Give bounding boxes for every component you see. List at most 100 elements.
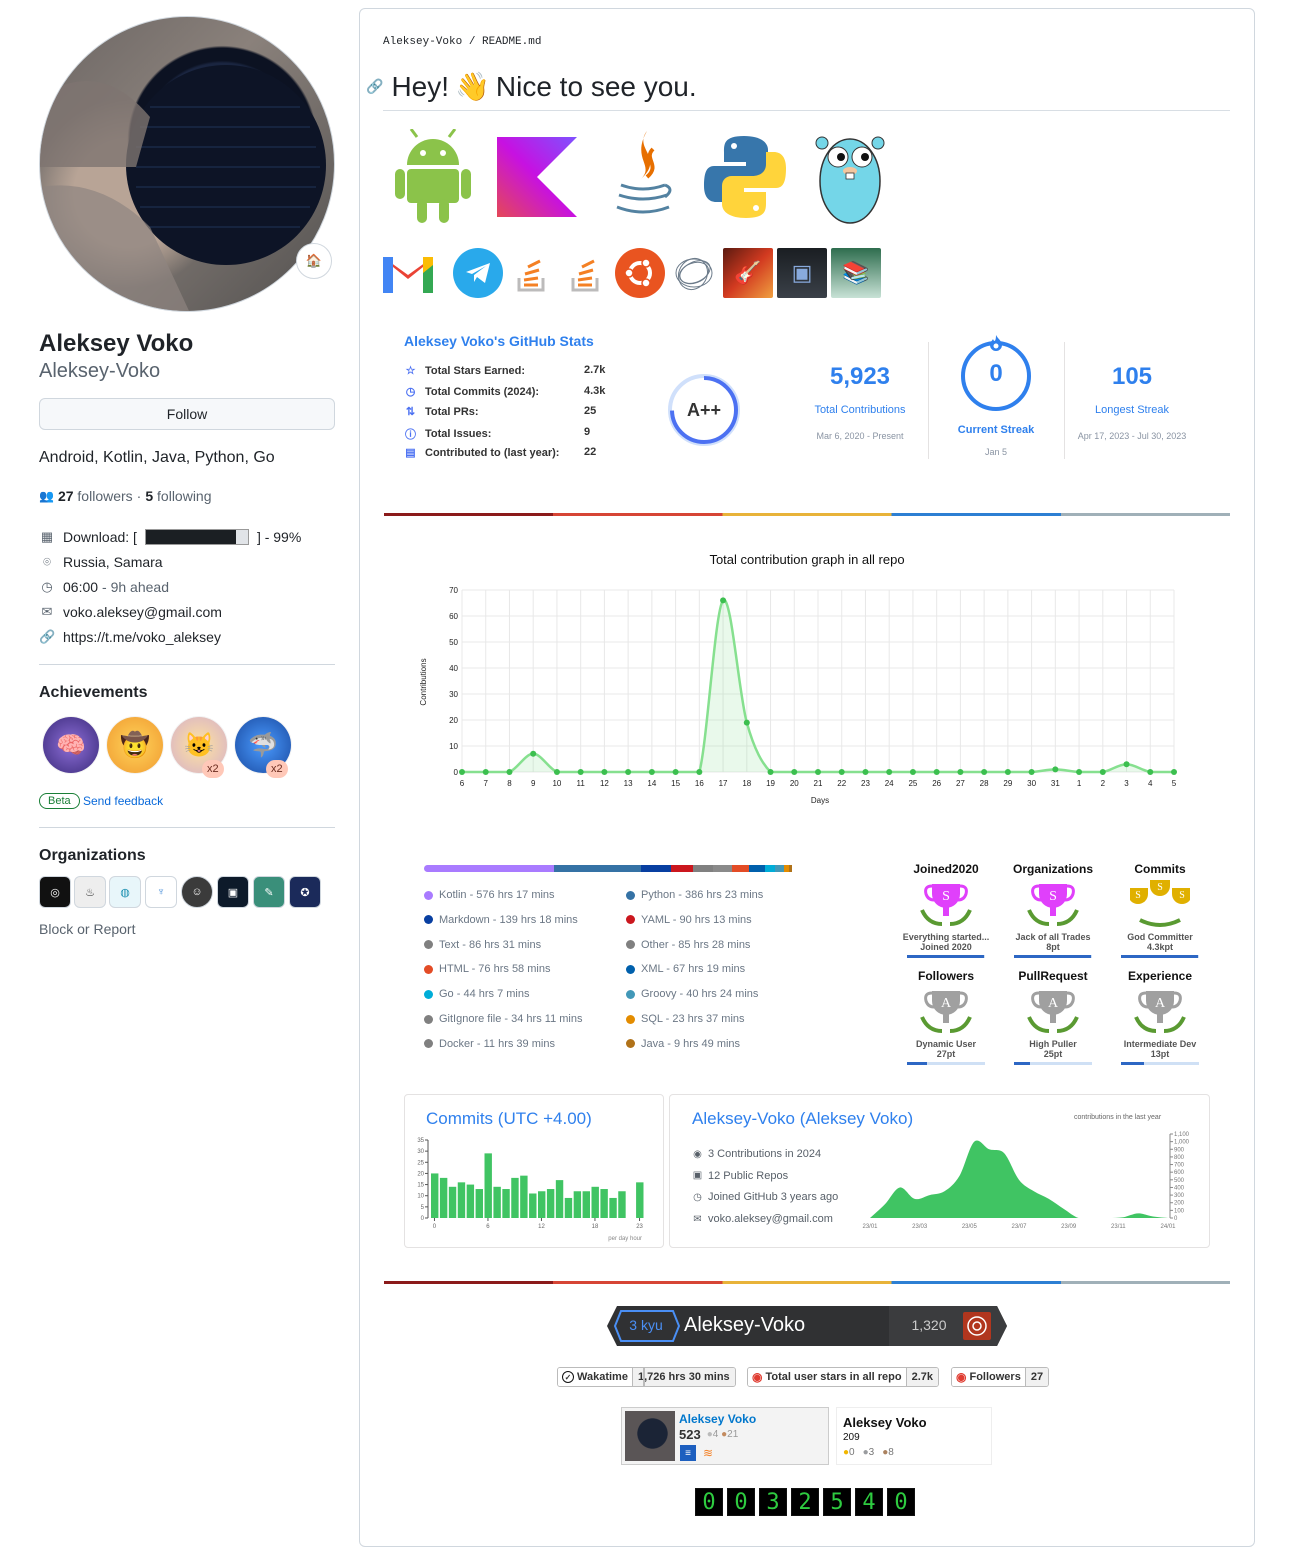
language-dot [626, 890, 635, 900]
data-point [743, 719, 750, 726]
x-tick-label: 23/07 [1011, 1224, 1027, 1230]
gmail-icon[interactable] [383, 248, 433, 298]
bar [600, 1189, 608, 1218]
scribble-logo-icon[interactable] [669, 248, 719, 298]
trophy-rank: S [1157, 882, 1163, 893]
music-band-icon[interactable]: 🎸 [723, 248, 773, 298]
followers-badge[interactable]: ◉ Followers 27 [951, 1367, 1050, 1387]
flair-avatar [625, 1411, 675, 1461]
streak-divider [1064, 342, 1065, 459]
followers-link[interactable]: 27 followers [58, 488, 133, 504]
org-avatar[interactable]: ✎ [253, 876, 285, 908]
org-logo-icon: ▣ [227, 886, 239, 899]
robot-face-icon[interactable]: ▣ [777, 248, 827, 298]
profile-card-row: ◉ 3 Contributions in 2024 [693, 1148, 822, 1160]
org-logo-icon: ◍ [120, 886, 130, 899]
y-tick-label: 900 [1174, 1147, 1185, 1153]
language-dot [424, 890, 433, 900]
org-logo-icon: ✪ [300, 886, 310, 899]
language-item: Other - 85 hrs 28 mins [626, 939, 750, 951]
language-dot [626, 1014, 635, 1024]
longest-streak-value: 105 [1111, 363, 1153, 390]
bar [466, 1184, 475, 1218]
org-logo-icon: ✎ [264, 886, 274, 899]
trophy-cup-icon: S [1023, 880, 1083, 930]
follow-button[interactable]: Follow [39, 398, 335, 430]
language-segment [774, 865, 784, 872]
x-tick-label: 5 [1172, 779, 1177, 788]
trophy-points: 8pt [1046, 942, 1060, 952]
bar [618, 1191, 626, 1218]
x-tick-label: 28 [980, 779, 989, 788]
x-tick-label: 6 [460, 779, 465, 788]
python-icon [695, 127, 795, 227]
language-segment [732, 865, 750, 872]
language-dot [626, 915, 635, 925]
anchor-link-icon[interactable]: 🔗 [366, 78, 383, 95]
status-emoji-button[interactable]: 🏠 [296, 243, 332, 279]
vcard-link[interactable]: 🔗 https://t.me/voko_aleksey [39, 629, 221, 645]
follow-stats: 👥 27 followers · 5 following [39, 488, 212, 504]
y-tick-label: 10 [449, 742, 458, 751]
following-link[interactable]: 5 following [145, 488, 211, 504]
school-board-icon[interactable]: 📚 [831, 248, 881, 298]
bar [457, 1182, 466, 1218]
vcard-time: ◷ 06:00- 9h ahead [39, 579, 169, 595]
trophy-name: High Puller [1029, 1039, 1077, 1049]
trophy-cup-icon: A [916, 987, 976, 1037]
data-point [1171, 769, 1177, 775]
github-icon: ◉ [752, 1370, 763, 1384]
current-streak-range: Jan 5 [984, 447, 1008, 457]
breadcrumb-file[interactable]: README.md [482, 36, 541, 48]
breadcrumb-owner[interactable]: Aleksey-Voko [383, 36, 462, 48]
org-avatar[interactable]: ☺ [181, 876, 213, 908]
data-point [459, 769, 465, 775]
y-tick-label: 1,000 [1174, 1140, 1190, 1146]
stackexchange-icon: ≡ [680, 1445, 696, 1461]
language-item: Python - 386 hrs 23 mins [626, 889, 763, 901]
language-segment [749, 865, 765, 872]
readme-breadcrumb: Aleksey-Voko / README.md [383, 36, 542, 48]
chart-title: Total contribution graph in all repo [709, 552, 905, 567]
trophy-title: PullRequest [1018, 969, 1088, 983]
telegram-icon[interactable] [453, 248, 503, 298]
stackoverflow-icon[interactable] [507, 248, 557, 298]
data-point [862, 769, 869, 775]
ubuntu-icon[interactable] [615, 248, 665, 298]
send-feedback-link[interactable]: Send feedback [83, 794, 163, 808]
trophy-cup-icon: A [1130, 987, 1190, 1037]
org-avatar[interactable]: ✪ [289, 876, 321, 908]
divider [39, 664, 335, 665]
vcard-email[interactable]: ✉ voko.aleksey@gmail.com [39, 604, 222, 620]
org-avatar[interactable]: ◍ [109, 876, 141, 908]
y-tick-label: 70 [449, 586, 458, 595]
x-tick-label: 12 [600, 779, 609, 788]
clock-icon: ◷ [693, 1191, 702, 1203]
divider [39, 827, 335, 828]
achievement-galaxy-brain[interactable]: 🧠 [43, 717, 99, 773]
stars-badge[interactable]: ◉ Total user stars in all repo 2.7k [747, 1367, 940, 1387]
profile-full-name: Aleksey Voko [39, 330, 194, 357]
stat-row-stars: ☆ Total Stars Earned: [405, 364, 526, 378]
avatar[interactable] [39, 16, 335, 312]
wakatime-badge[interactable]: ✓ Wakatime 1,726 hrs 30 mins [557, 1367, 736, 1387]
org-avatar[interactable]: ◎ [39, 876, 71, 908]
org-avatar[interactable]: ♆ [145, 876, 177, 908]
data-point [482, 769, 489, 775]
x-tick-label: 12 [538, 1224, 545, 1230]
block-or-report-link[interactable]: Block or Report [39, 921, 135, 937]
house-icon: 🏠 [305, 253, 323, 268]
bar [431, 1173, 439, 1218]
bar [493, 1186, 501, 1218]
org-avatar[interactable]: ▣ [217, 876, 249, 908]
x-tick-label: 3 [1124, 779, 1129, 788]
data-point [1004, 769, 1011, 775]
stackoverflow-ru-icon[interactable] [561, 248, 611, 298]
x-tick-label: 0 [433, 1224, 437, 1230]
location-icon: ⌾ [43, 554, 51, 569]
wakatime-value [643, 1367, 645, 1387]
achievement-yolo[interactable]: 🤠 [107, 717, 163, 773]
org-avatar[interactable]: ♨ [74, 876, 106, 908]
clock-icon: ◷ [41, 579, 53, 594]
data-point [577, 769, 584, 775]
